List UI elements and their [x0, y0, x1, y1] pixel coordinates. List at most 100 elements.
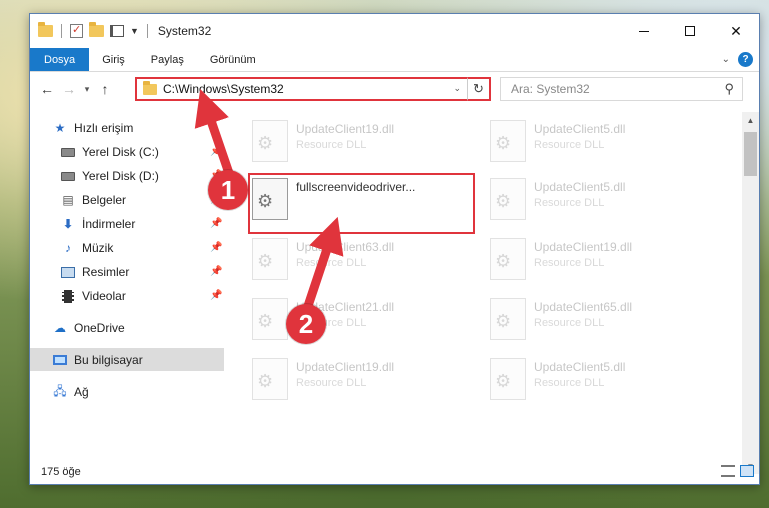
file-name: UpdateClient5.dll — [534, 360, 626, 374]
sidebar-item-label: Videolar — [82, 289, 126, 303]
forward-arrow-icon[interactable]: → — [58, 81, 80, 97]
customize-view-icon[interactable] — [110, 25, 124, 37]
expand-ribbon-icon[interactable]: ⌄ — [722, 54, 730, 65]
list-item[interactable]: UpdateClient63.dll Resource DLL — [230, 234, 460, 286]
list-item[interactable]: UpdateClient19.dll Resource DLL — [230, 354, 460, 406]
address-path: C:\Windows\System32 — [163, 82, 284, 96]
list-item[interactable]: UpdateClient5.dll Resource DLL — [468, 174, 698, 226]
refresh-icon: ↻ — [473, 81, 484, 96]
tab-share[interactable]: Paylaş — [138, 48, 197, 71]
minimize-icon — [639, 30, 649, 32]
divider — [146, 24, 148, 38]
disk-icon — [60, 168, 76, 184]
file-name: UpdateClient19.dll — [534, 240, 633, 254]
list-item[interactable]: UpdateClient19.dll Resource DLL — [468, 234, 698, 286]
sidebar-item-disk-c[interactable]: Yerel Disk (C:) — [60, 142, 159, 162]
properties-icon[interactable] — [70, 23, 83, 38]
file-type: Resource DLL — [534, 377, 605, 389]
back-arrow-icon[interactable]: ← — [36, 81, 58, 97]
file-name: UpdateClient19.dll — [296, 360, 395, 374]
sidebar-item-videos[interactable]: Videolar — [60, 286, 126, 306]
file-list: UpdateClient19.dll Resource DLL UpdateCli… — [224, 112, 739, 452]
close-button[interactable]: ✕ — [713, 14, 759, 48]
file-explorer-window: ▼ System32 ✕ Dosya Giriş Paylaş Görünüm … — [29, 13, 760, 485]
search-placeholder: Ara: System32 — [511, 82, 590, 96]
minimize-button[interactable] — [621, 14, 667, 48]
search-icon: ⚲ — [724, 81, 734, 96]
recent-locations-chevron-icon[interactable]: ▾ — [80, 84, 94, 95]
file-type: Resource DLL — [296, 139, 367, 151]
scrollbar-thumb[interactable] — [744, 132, 757, 176]
address-bar[interactable]: C:\Windows\System32 ⌄ — [135, 77, 491, 101]
documents-icon: ▤ — [62, 193, 74, 207]
navigation-bar: ← → ▾ ↑ C:\Windows\System32 ⌄ ↻ Ara: Sys… — [30, 74, 759, 104]
dll-file-icon — [252, 120, 288, 162]
sidebar-item-label: Resimler — [82, 265, 130, 279]
maximize-icon — [685, 26, 695, 36]
music-icon: ♪ — [65, 241, 71, 255]
chevron-down-icon[interactable]: ▼ — [130, 26, 139, 36]
sidebar-item-documents[interactable]: ▤ Belgeler — [60, 190, 126, 210]
new-folder-icon[interactable] — [89, 22, 104, 37]
pin-icon[interactable]: 📌 — [210, 242, 222, 253]
sidebar-item-onedrive[interactable]: ☁ OneDrive — [52, 318, 125, 338]
file-name: UpdateClient63.dll — [296, 240, 395, 254]
dll-file-icon — [490, 120, 526, 162]
list-item[interactable]: UpdateClient65.dll Resource DLL — [468, 294, 698, 346]
pin-icon[interactable]: 📌 — [210, 290, 222, 301]
sidebar-item-network[interactable]: 🖧 Ağ — [52, 382, 89, 402]
ribbon-tabs: Dosya Giriş Paylaş Görünüm ⌄ ? — [30, 48, 759, 72]
dll-file-icon — [490, 298, 526, 340]
vertical-scrollbar[interactable]: ▲ ▼ — [742, 112, 759, 474]
list-item[interactable]: UpdateClient5.dll Resource DLL — [468, 354, 698, 406]
pictures-icon — [60, 264, 76, 280]
sidebar-item-disk-d[interactable]: Yerel Disk (D:) — [60, 166, 159, 186]
scroll-up-icon[interactable]: ▲ — [742, 112, 759, 128]
pin-icon[interactable]: 📌 — [210, 218, 222, 229]
sidebar-item-label: İndirmeler — [82, 217, 136, 231]
sidebar-item-label: Bu bilgisayar — [74, 353, 143, 367]
sidebar-item-quick-access[interactable]: ★ Hızlı erişim — [52, 118, 134, 138]
dll-file-icon — [252, 238, 288, 280]
sidebar-item-downloads[interactable]: ⬇ İndirmeler — [60, 214, 135, 234]
dll-file-icon — [252, 298, 288, 340]
title-bar: ▼ System32 ✕ — [30, 14, 759, 48]
file-name: UpdateClient65.dll — [534, 300, 633, 314]
sidebar-item-this-pc[interactable]: Bu bilgisayar — [52, 350, 143, 370]
pin-icon[interactable]: 📌 — [210, 266, 222, 277]
sidebar-item-label: Yerel Disk (C:) — [82, 145, 159, 159]
list-item[interactable]: UpdateClient21.dllResource DLL — [230, 294, 460, 346]
step-badge-1: 1 — [208, 170, 248, 210]
file-name: UpdateClient5.dll — [534, 122, 626, 136]
file-type: Resource DLL — [296, 377, 367, 389]
list-item-target-dll[interactable]: fullscreenvideodriver... — [230, 174, 460, 226]
up-arrow-icon[interactable]: ↑ — [94, 81, 116, 97]
downloads-icon: ⬇ — [62, 217, 74, 231]
large-icons-view-icon[interactable] — [740, 465, 754, 477]
list-item[interactable]: UpdateClient5.dll Resource DLL — [468, 116, 698, 168]
details-view-icon[interactable] — [721, 465, 735, 477]
refresh-button[interactable]: ↻ — [467, 77, 491, 101]
help-icon[interactable]: ? — [738, 52, 753, 67]
tab-home[interactable]: Giriş — [89, 48, 138, 71]
sidebar-item-pictures[interactable]: Resimler — [60, 262, 129, 282]
sidebar-item-label: Ağ — [74, 385, 89, 399]
folder-icon — [38, 22, 53, 37]
chevron-down-icon[interactable]: ⌄ — [453, 83, 461, 94]
computer-icon — [52, 352, 68, 368]
network-icon: 🖧 — [53, 383, 67, 398]
maximize-button[interactable] — [667, 14, 713, 48]
file-type: Resource DLL — [534, 257, 605, 269]
tab-file[interactable]: Dosya — [30, 48, 90, 71]
dll-file-icon — [490, 358, 526, 400]
sidebar-item-music[interactable]: ♪ Müzik — [60, 238, 113, 258]
ribbon-right: ⌄ ? — [722, 52, 753, 67]
step-badge-2: 2 — [286, 304, 326, 344]
search-input[interactable]: Ara: System32 ⚲ — [500, 77, 743, 101]
tab-view[interactable]: Görünüm — [197, 48, 269, 71]
file-name: fullscreenvideodriver... — [296, 180, 416, 194]
pin-icon[interactable]: 📌 — [210, 146, 222, 157]
window-controls: ✕ — [621, 14, 759, 48]
sidebar-item-label: Belgeler — [82, 193, 127, 207]
list-item[interactable]: UpdateClient19.dll Resource DLL — [230, 116, 460, 168]
